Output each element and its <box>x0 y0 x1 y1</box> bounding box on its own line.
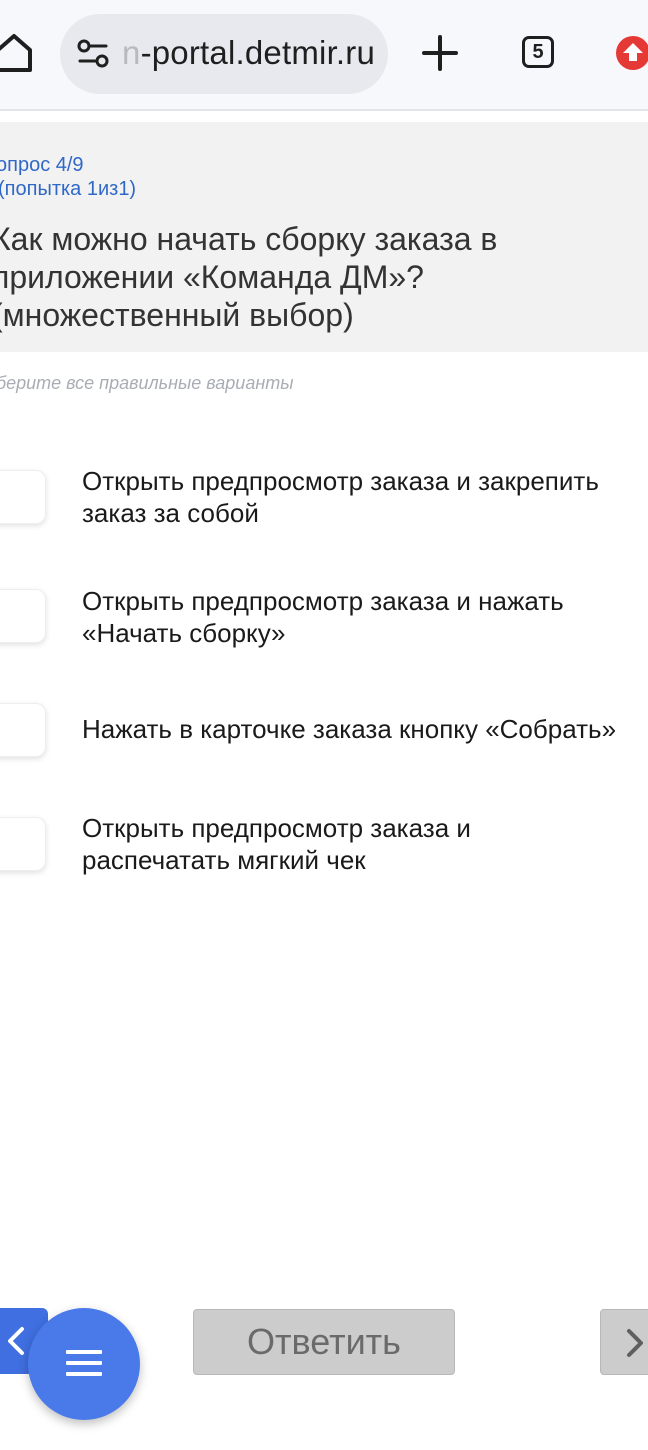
option-label-line1: Открыть предпросмотр заказа и нажать <box>82 586 564 616</box>
tab-count: 5 <box>532 40 544 63</box>
option-label-line2: «Начать сборку» <box>82 618 286 648</box>
question-attempt: (попытка 1из1) <box>0 178 137 200</box>
option-checkbox[interactable] <box>0 817 46 871</box>
plus-icon[interactable] <box>420 33 460 73</box>
option-label-line2: заказ за собой <box>82 498 259 528</box>
question-menu-button[interactable] <box>28 1308 140 1420</box>
next-question-button[interactable] <box>600 1309 648 1375</box>
url-faded-prefix: n <box>122 34 141 71</box>
option-label-line2: распечатать мягкий чек <box>82 845 366 875</box>
browser-toolbar: n-portal.detmir.ru 5 <box>0 0 648 111</box>
option-checkbox[interactable] <box>0 589 46 643</box>
update-arrow-icon[interactable] <box>616 36 648 70</box>
question-header: опрос 4/9 (попытка 1из1) Как можно начат… <box>0 122 648 352</box>
question-text: Как можно начать сборку заказа в приложе… <box>0 221 498 333</box>
tune-icon[interactable] <box>76 38 110 70</box>
url-text: n-portal.detmir.ru <box>122 34 375 72</box>
option-checkbox[interactable] <box>0 703 46 757</box>
question-number: опрос 4/9 <box>0 154 84 176</box>
home-icon[interactable] <box>0 32 34 74</box>
chevron-right-icon <box>627 1329 643 1357</box>
hamburger-menu-icon <box>66 1350 102 1376</box>
option-checkbox[interactable] <box>0 470 46 524</box>
address-bar[interactable]: n-portal.detmir.ru <box>60 14 388 94</box>
question-hint: берите все правильные варианты <box>0 373 294 393</box>
chevron-left-icon <box>8 1327 24 1355</box>
url-domain: -portal.detmir.ru <box>140 34 376 71</box>
tab-switcher-icon[interactable]: 5 <box>522 36 554 68</box>
option-label-line1: Открыть предпросмотр заказа и <box>82 813 471 843</box>
option-label-line1: Открыть предпросмотр заказа и закрепить <box>82 466 599 496</box>
option-label-line1: Нажать в карточке заказа кнопку «Собрать… <box>82 714 617 744</box>
answer-button[interactable]: Ответить <box>193 1309 455 1375</box>
